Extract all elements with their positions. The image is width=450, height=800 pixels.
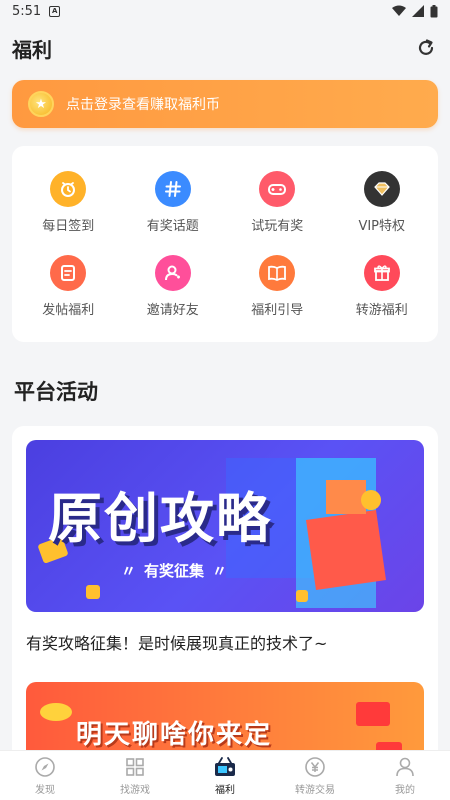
notification-icon: A <box>49 5 61 17</box>
guide-book-icon <box>259 254 296 291</box>
invite-friend-icon <box>154 254 191 291</box>
post-icon <box>50 254 87 291</box>
grid-label: 有奖话题 <box>146 218 199 234</box>
grid-label: 福利引导 <box>251 302 304 318</box>
welfare-icon <box>215 756 235 776</box>
profile-icon <box>396 757 414 776</box>
tab-transfer-trade[interactable]: 转游交易 <box>270 751 360 800</box>
tab-profile[interactable]: 我的 <box>360 751 450 800</box>
hashtag-icon <box>154 170 191 207</box>
grid-item-welfare-guide[interactable]: 福利引导 <box>225 244 330 328</box>
refresh-icon <box>418 39 434 55</box>
tab-label: 福利 <box>215 784 235 796</box>
tab-label: 我的 <box>395 784 415 796</box>
grid-icon <box>126 757 144 776</box>
login-prompt-text: 点击登录查看赚取福利币 <box>66 97 220 113</box>
tab-welfare[interactable]: 福利 <box>180 751 270 800</box>
tab-label: 找游戏 <box>120 784 150 796</box>
yen-exchange-icon <box>305 756 325 777</box>
gift-icon <box>363 254 400 291</box>
coin-icon: ★ <box>28 91 54 117</box>
grid-label: 试玩有奖 <box>251 218 304 234</box>
tab-discover[interactable]: 发现 <box>0 751 90 800</box>
signal-icon <box>412 5 424 17</box>
grid-label: 每日签到 <box>42 218 95 234</box>
banner-title: 原创攻略 <box>48 487 272 550</box>
grid-item-reward-topic[interactable]: 有奖话题 <box>121 160 226 244</box>
grid-item-daily-signin[interactable]: 每日签到 <box>16 160 121 244</box>
activity-card[interactable]: 原创攻略 〃有奖征集〃 有奖攻略征集！是时候展现真正的技术了~ 明天聊啥你来定 <box>12 426 438 786</box>
refresh-button[interactable] <box>414 36 438 60</box>
gamepad-icon <box>259 170 296 207</box>
vip-diamond-icon <box>363 170 400 207</box>
grid-item-trial-play[interactable]: 试玩有奖 <box>225 160 330 244</box>
grid-label: VIP特权 <box>358 218 406 234</box>
grid-item-post-reward[interactable]: 发帖福利 <box>16 244 121 328</box>
banner-tag: 〃有奖征集〃 <box>121 562 228 580</box>
activity-banner-image[interactable]: 原创攻略 〃有奖征集〃 <box>26 440 424 612</box>
grid-item-transfer-welfare[interactable]: 转游福利 <box>330 244 435 328</box>
grid-label: 邀请好友 <box>146 302 199 318</box>
tab-label: 转游交易 <box>295 784 335 796</box>
grid-item-invite-friends[interactable]: 邀请好友 <box>121 244 226 328</box>
grid-label: 转游福利 <box>355 302 408 318</box>
header: 福利 <box>0 22 450 74</box>
page-title: 福利 <box>12 37 52 62</box>
status-time: 5:51 <box>12 3 42 19</box>
activity-caption: 有奖攻略征集！是时候展现真正的技术了~ <box>26 634 328 653</box>
compass-icon <box>35 756 55 777</box>
welfare-grid: 每日签到 有奖话题 试玩有奖 VIP特权 发帖福利 邀请好友 福利引导 转游福利 <box>12 146 438 342</box>
battery-icon <box>430 4 438 17</box>
wifi-icon <box>392 5 406 16</box>
section-title: 平台活动 <box>14 380 98 404</box>
login-banner[interactable]: ★ 点击登录查看赚取福利币 <box>12 80 438 128</box>
grid-label: 发帖福利 <box>42 302 95 318</box>
daily-signin-icon <box>50 170 87 207</box>
tab-label: 发现 <box>35 784 55 796</box>
grid-item-vip[interactable]: VIP特权 <box>330 160 435 244</box>
tab-find-games[interactable]: 找游戏 <box>90 751 180 800</box>
status-bar: 5:51 A <box>0 0 450 22</box>
bottom-tabbar: 发现 找游戏 福利 转游交易 我的 <box>0 750 450 800</box>
